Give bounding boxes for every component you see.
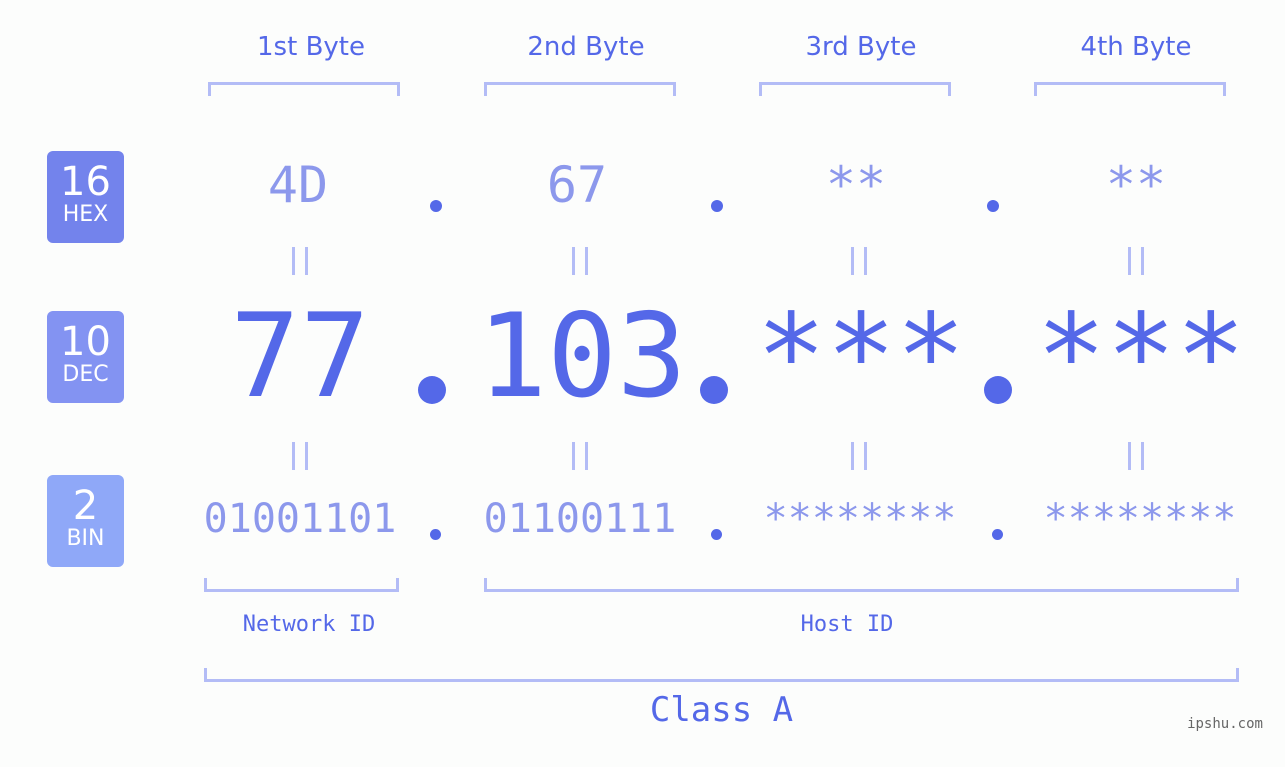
dec-badge: 10 DEC	[47, 311, 124, 403]
bin-byte-4: ********	[1043, 496, 1237, 542]
class-bracket	[204, 668, 1239, 682]
bin-separator-dot	[711, 529, 722, 540]
hex-badge-number: 16	[60, 159, 111, 205]
hex-byte-1: 4D	[267, 156, 329, 214]
host-id-bracket	[484, 578, 1239, 592]
bin-separator-dot	[992, 529, 1003, 540]
byte-bracket-3	[759, 82, 951, 96]
byte-header-4: 4th Byte	[1080, 32, 1192, 62]
dec-byte-1: 77	[230, 289, 370, 424]
byte-header-3: 3rd Byte	[805, 32, 917, 62]
bin-byte-1: 01001101	[203, 496, 397, 542]
bin-byte-3: ********	[763, 496, 957, 542]
byte-bracket-2	[484, 82, 676, 96]
equals-icon	[851, 247, 867, 275]
equals-icon	[572, 247, 588, 275]
watermark: ipshu.com	[1187, 716, 1263, 732]
hex-separator-dot	[430, 200, 442, 212]
equals-icon	[292, 247, 308, 275]
class-label: Class A	[649, 690, 794, 730]
equals-icon	[1128, 247, 1144, 275]
equals-icon	[851, 442, 867, 470]
hex-byte-4: **	[1105, 156, 1167, 214]
network-id-bracket	[204, 578, 399, 592]
host-id-label: Host ID	[800, 612, 894, 637]
network-id-label: Network ID	[242, 612, 376, 637]
equals-icon	[572, 442, 588, 470]
byte-header-2: 2nd Byte	[527, 32, 645, 62]
equals-icon	[1128, 442, 1144, 470]
bin-separator-dot	[430, 529, 441, 540]
bin-badge-number: 2	[72, 483, 99, 529]
bin-badge: 2 BIN	[47, 475, 124, 567]
dec-byte-4: ***	[1036, 289, 1246, 424]
byte-bracket-1	[208, 82, 400, 96]
byte-bracket-4	[1034, 82, 1226, 96]
bin-badge-label: BIN	[66, 526, 105, 551]
dec-byte-3: ***	[756, 289, 966, 424]
byte-header-1: 1st Byte	[257, 32, 365, 62]
bin-byte-2: 01100111	[483, 496, 677, 542]
hex-separator-dot	[711, 200, 723, 212]
hex-byte-2: 67	[546, 156, 608, 214]
dec-byte-2: 103	[477, 289, 687, 424]
dec-separator-dot	[700, 376, 728, 404]
hex-byte-3: **	[825, 156, 887, 214]
hex-badge-label: HEX	[62, 202, 109, 227]
hex-separator-dot	[987, 200, 999, 212]
dec-badge-number: 10	[60, 319, 111, 365]
dec-badge-label: DEC	[62, 362, 109, 387]
hex-badge: 16 HEX	[47, 151, 124, 243]
dec-separator-dot	[984, 376, 1012, 404]
dec-separator-dot	[418, 376, 446, 404]
equals-icon	[292, 442, 308, 470]
